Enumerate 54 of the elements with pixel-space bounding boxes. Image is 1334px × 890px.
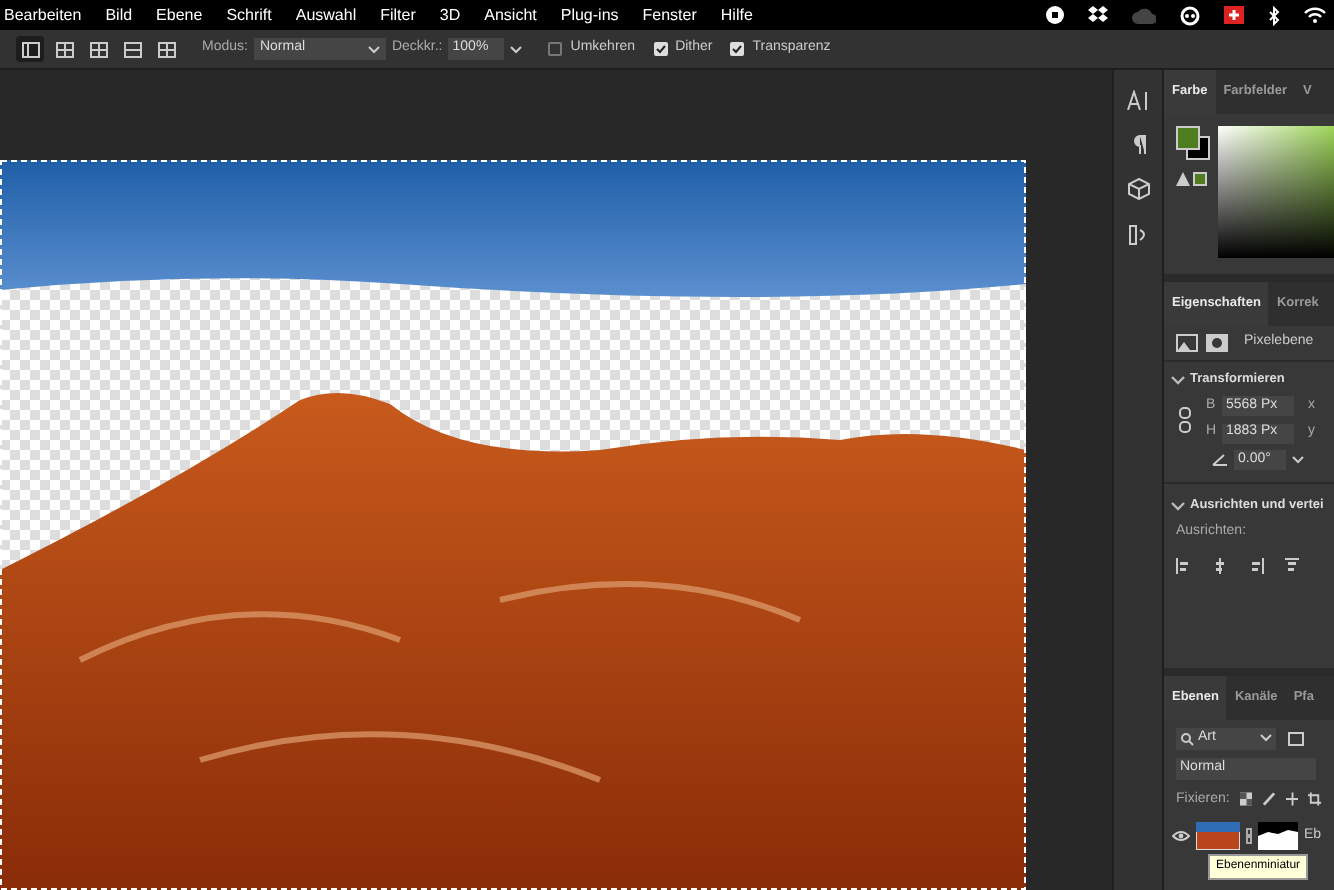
menu-item[interactable]: Auswahl [291,3,377,27]
layer-thumbnail[interactable] [1196,822,1240,850]
eye-icon[interactable] [1172,830,1190,842]
menu-item[interactable]: Ansicht [480,3,557,27]
move-icon[interactable] [1285,792,1299,807]
caret-icon[interactable] [510,45,523,53]
image-icon[interactable] [1288,731,1304,745]
align-icon[interactable] [1176,558,1192,574]
menu-item[interactable]: Ebene [152,3,223,27]
caret-icon [1260,734,1272,742]
color-picker-field[interactable] [1218,126,1334,258]
gamut-warning-icon[interactable] [1176,172,1208,186]
selection-mode-button[interactable] [84,36,112,62]
checkbox[interactable] [653,42,668,56]
menu-item[interactable]: Schrift [222,3,292,27]
align-icon[interactable] [1248,558,1264,574]
selection-mode-button[interactable] [16,36,44,62]
align-icon[interactable] [1284,558,1300,574]
angle-icon [1212,453,1228,466]
selection-mode-button[interactable] [50,36,78,62]
menu-item[interactable]: Plug-ins [556,3,639,27]
image-icon[interactable] [1176,334,1198,352]
checker-icon[interactable] [1239,792,1253,807]
menu-item[interactable]: 3D [435,3,481,27]
menu-item[interactable]: Bearbeiten [0,3,102,27]
menu-item[interactable]: Bild [101,3,153,27]
character-icon[interactable] [1126,90,1150,110]
selection-mode-button[interactable] [152,36,180,62]
layer-mask-thumbnail[interactable] [1258,822,1298,850]
chevron-down-icon[interactable] [1170,371,1186,388]
align-icon[interactable] [1212,558,1228,574]
paragraph-icon[interactable] [1130,134,1146,154]
checkbox[interactable] [548,42,563,56]
color-swatches-icon[interactable] [1176,126,1210,160]
plus-badge-icon[interactable] [1224,5,1244,25]
menu-item[interactable]: Hilfe [716,3,773,27]
checkbox[interactable] [730,42,745,56]
crop-icon[interactable] [1308,792,1322,807]
chevron-down-icon[interactable] [1170,497,1186,514]
selection-mode-button[interactable] [118,36,146,62]
wifi-icon[interactable] [1304,6,1326,24]
menu-item[interactable]: Filter [376,3,436,27]
chain-icon[interactable] [1246,828,1252,844]
mask-icon[interactable] [1206,334,1228,352]
cube-icon[interactable] [1127,178,1149,200]
box-icon[interactable] [1088,6,1108,24]
search-icon [1180,731,1194,745]
bluetooth-icon[interactable] [1268,5,1280,25]
menu-item[interactable]: Fenster [638,3,717,27]
brush-icon[interactable] [1262,792,1276,807]
link-icon[interactable] [1176,405,1194,434]
caret-icon[interactable] [367,45,380,53]
record-icon[interactable] [1046,6,1064,24]
caret-icon[interactable] [1292,455,1304,464]
